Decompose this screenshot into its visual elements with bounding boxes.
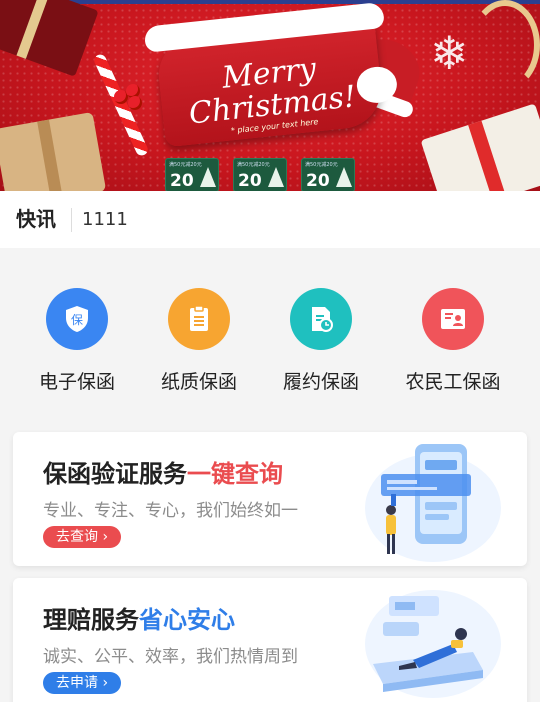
- card-description: 诚实、公平、效率，我们热情周到: [43, 647, 298, 667]
- service-grid: 保 电子保函 纸质保函 履约保函 农民工保函: [0, 248, 540, 416]
- chevron-right-icon: ›: [98, 675, 109, 691]
- query-button-label: 去查询: [56, 529, 98, 545]
- coupon-ticket: 满50元减20元 20: [165, 158, 219, 191]
- card-title-highlight: 一键查询: [187, 460, 283, 488]
- coupon-value: 20: [238, 171, 262, 191]
- service-paper-guarantee[interactable]: 纸质保函: [139, 288, 259, 406]
- apply-button[interactable]: 去申请 ›: [43, 672, 122, 694]
- relaxing-person-illustration: [365, 590, 501, 698]
- service-label: 纸质保函: [160, 371, 237, 393]
- chevron-right-icon: ›: [98, 529, 109, 545]
- news-text[interactable]: 1111: [82, 191, 128, 248]
- tree-icon: [336, 167, 352, 187]
- service-migrant-worker-guarantee[interactable]: 农民工保函: [393, 288, 513, 406]
- tree-icon: [200, 167, 216, 187]
- svg-text:保: 保: [71, 313, 83, 327]
- id-card-person-icon: [422, 288, 484, 350]
- clipboard-icon: [168, 288, 230, 350]
- card-title-main: 保函验证服务: [43, 460, 187, 488]
- snowflake-icon: ❄: [430, 26, 469, 80]
- query-button[interactable]: 去查询 ›: [43, 526, 122, 548]
- christmas-banner[interactable]: ❄ Merry Christmas! * place your text her…: [0, 0, 540, 191]
- phone-verification-illustration: [365, 444, 501, 562]
- gold-ribbon: [470, 0, 540, 90]
- card-title-highlight: 省心安心: [139, 606, 235, 634]
- card-description: 专业、专注、专心，我们始终如一: [43, 501, 298, 521]
- tree-icon: [268, 167, 284, 187]
- news-divider: [71, 208, 72, 232]
- coupon-ticket: 满50元减20元 20: [301, 158, 355, 191]
- claims-service-card[interactable]: 理赔服务省心安心 诚实、公平、效率，我们热情周到 去申请 ›: [13, 578, 527, 702]
- coupon-label: 满50元减20元: [305, 162, 338, 168]
- news-label: 快讯: [16, 207, 56, 231]
- coupon-tickets: 满50元减20元 20 满50元减20元 20 满50元减20元 20: [165, 158, 365, 191]
- service-label: 履约保函: [282, 371, 359, 393]
- service-electronic-guarantee[interactable]: 保 电子保函: [17, 288, 137, 406]
- card-title: 保函验证服务一键查询: [43, 454, 283, 489]
- shield-bao-icon: 保: [46, 288, 108, 350]
- news-ticker[interactable]: 快讯 1111: [0, 191, 540, 248]
- apply-button-label: 去申请: [56, 675, 98, 691]
- card-title-main: 理赔服务: [43, 606, 139, 634]
- coupon-value: 20: [306, 171, 330, 191]
- coupon-ticket: 满50元减20元 20: [233, 158, 287, 191]
- service-label: 电子保函: [38, 371, 115, 393]
- verification-service-card[interactable]: 保函验证服务一键查询 专业、专注、专心，我们始终如一 去查询 ›: [13, 432, 527, 566]
- service-label: 农民工保函: [405, 371, 501, 393]
- banner-top-strip: [0, 0, 540, 4]
- coupon-label: 满50元减20元: [169, 162, 202, 168]
- document-clock-icon: [290, 288, 352, 350]
- card-title: 理赔服务省心安心: [43, 600, 235, 635]
- coupon-value: 20: [170, 171, 194, 191]
- service-performance-guarantee[interactable]: 履约保函: [261, 288, 381, 406]
- coupon-label: 满50元减20元: [237, 162, 270, 168]
- holly-berries-icon: [110, 82, 150, 112]
